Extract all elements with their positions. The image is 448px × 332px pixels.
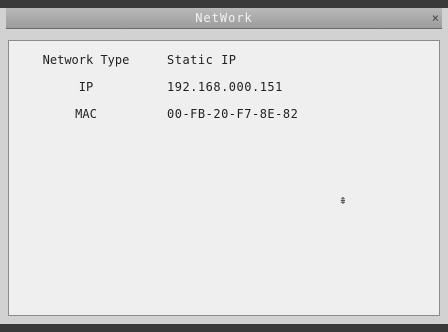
mouse-cursor-icon: ⇞ <box>339 193 347 208</box>
network-type-row: Network Type Static IP <box>9 51 439 69</box>
ip-row: IP 192.168.000.151 <box>9 78 439 96</box>
window-title: NetWork <box>195 11 253 25</box>
title-bar: NetWork × <box>6 8 442 29</box>
close-icon[interactable]: × <box>432 8 440 28</box>
screen: NetWork × Network Type Static IP IP 192.… <box>0 0 448 332</box>
mac-row: MAC 00-FB-20-F7-8E-82 <box>9 105 439 123</box>
network-type-value[interactable]: Static IP <box>167 51 237 69</box>
mac-value: 00-FB-20-F7-8E-82 <box>167 107 299 121</box>
network-type-label: Network Type <box>42 53 130 67</box>
ip-value[interactable]: 192.168.000.151 <box>167 78 283 96</box>
network-window: NetWork × Network Type Static IP IP 192.… <box>0 8 448 324</box>
ip-label: IP <box>78 80 94 94</box>
mac-label: MAC <box>75 107 97 121</box>
network-panel: Network Type Static IP IP 192.168.000.15… <box>8 40 440 316</box>
